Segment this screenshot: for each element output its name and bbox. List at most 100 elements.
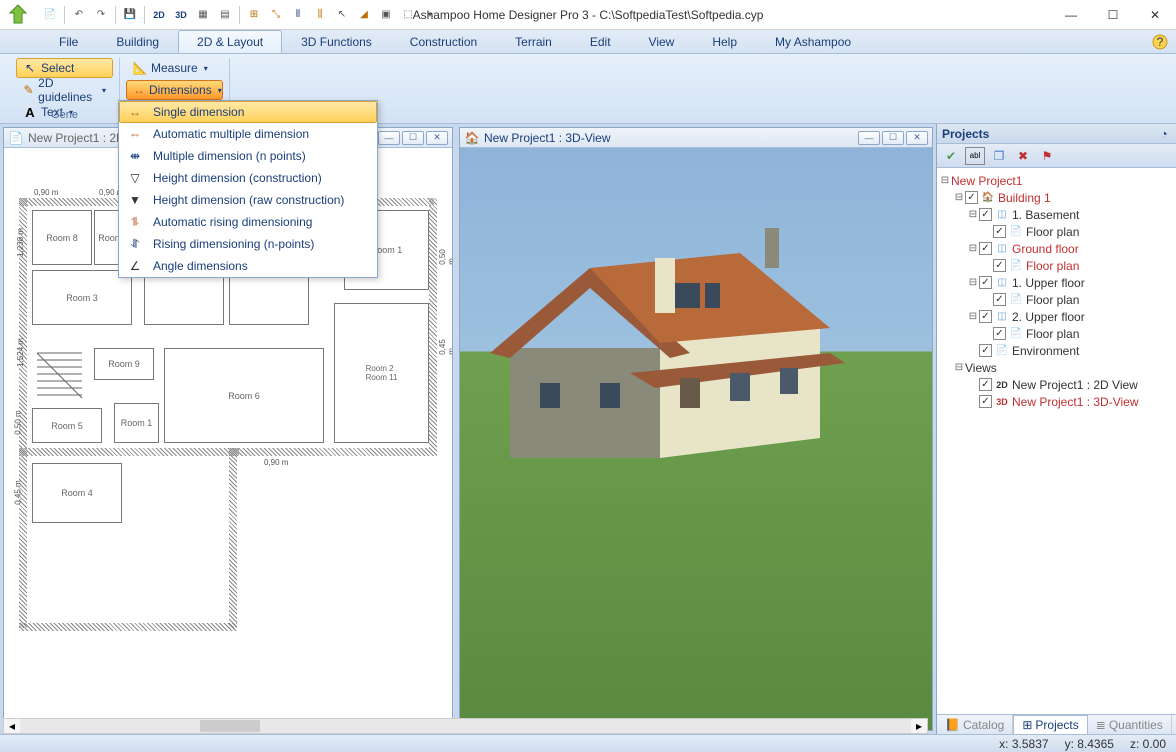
dropdown-multiple-npoints[interactable]: ⇼ Multiple dimension (n points) [119, 145, 377, 167]
maximize-button[interactable]: ☐ [1092, 1, 1134, 29]
snap-columns-icon[interactable]: ⫼ [310, 5, 330, 25]
check-icon[interactable]: ✔ [941, 147, 961, 165]
layers-icon[interactable]: ❐ [989, 147, 1009, 165]
tree-building[interactable]: ⊟✓🏠Building 1 [939, 189, 1174, 206]
scroll-right-icon[interactable]: ▸ [911, 719, 927, 733]
menu-building[interactable]: Building [97, 30, 178, 53]
grid-small-icon[interactable]: ▦ [193, 5, 213, 25]
auto-rising-icon: ⥮ [123, 213, 147, 231]
pane-close-button[interactable]: ✕ [906, 131, 928, 145]
angle-icon: ∠ [123, 257, 147, 275]
snap-grid-icon[interactable]: ⊞ [244, 5, 264, 25]
statusbar: x: 3.5837 y: 8.4365 z: 0.00 [0, 734, 1176, 752]
titlebar: 📄 ↶ ↷ 💾 2D 3D ▦ ▤ ⊞ ⤡ ⫴ ⫼ ↖ ◢ ▣ ⬚ ▾ Asha… [0, 0, 1176, 30]
pane-close-button[interactable]: ✕ [426, 131, 448, 145]
svg-text:?: ? [1157, 35, 1164, 49]
dimensions-dropdown: ↔ Single dimension ⇔ Automatic multiple … [118, 100, 378, 278]
help-icon[interactable]: ? [1152, 30, 1168, 53]
ribbon-group-label: Gene [10, 109, 119, 121]
projects-header: Projects ◔ [937, 124, 1176, 144]
flag-icon[interactable]: ⚑ [1037, 147, 1057, 165]
projects-bottom-tabs: 📙Catalog ⊞Projects ≣Quantities [937, 714, 1176, 734]
save-icon[interactable]: 💾 [120, 5, 140, 25]
dropdown-angle[interactable]: ∠ Angle dimensions [119, 255, 377, 277]
dropdown-auto-multiple[interactable]: ⇔ Automatic multiple dimension [119, 123, 377, 145]
pane-maximize-button[interactable]: ☐ [402, 131, 424, 145]
tree-floor[interactable]: ⊟✓◫1. Basement [939, 206, 1174, 223]
scroll-thumb[interactable] [200, 720, 260, 732]
tree-floor[interactable]: ⊟✓◫2. Upper floor [939, 308, 1174, 325]
menu-terrain[interactable]: Terrain [496, 30, 571, 53]
dropdown-height-construction[interactable]: ▽ Height dimension (construction) [119, 167, 377, 189]
dropdown-height-raw[interactable]: ▼ Height dimension (raw construction) [119, 189, 377, 211]
menu-edit[interactable]: Edit [571, 30, 630, 53]
guidelines-button[interactable]: ✎ 2D guidelines ▾ [16, 80, 113, 100]
pointer-icon[interactable]: ↖ [332, 5, 352, 25]
tree-view3d[interactable]: ✓3DNew Project1 : 3D-View [939, 393, 1174, 410]
close-button[interactable]: ✕ [1134, 1, 1176, 29]
plan-room: Room 2Room 11 [334, 303, 429, 443]
tree-floorplan[interactable]: ✓📄Floor plan [939, 291, 1174, 308]
pane-3d-header: 🏠 New Project1 : 3D-View — ☐ ✕ [460, 128, 932, 148]
pin-icon[interactable]: ◔ [1157, 127, 1171, 141]
view-2d-icon[interactable]: 2D [149, 5, 169, 25]
menu-my-ashampoo[interactable]: My Ashampoo [756, 30, 870, 53]
menu-2d-layout[interactable]: 2D & Layout [178, 30, 282, 53]
projects-icon: ⊞ [1022, 718, 1032, 732]
tree-floor[interactable]: ⊟✓◫1. Upper floor [939, 274, 1174, 291]
tree-environment[interactable]: ✓📄Environment [939, 342, 1174, 359]
minimize-button[interactable]: — [1050, 1, 1092, 29]
pane-minimize-button[interactable]: — [378, 131, 400, 145]
plan-room: Room 5 [32, 408, 102, 443]
horizontal-scrollbar[interactable]: ◂ ▸ [3, 718, 928, 734]
grid-large-icon[interactable]: ▤ [215, 5, 235, 25]
tree-floorplan[interactable]: ✓📄Floor plan [939, 325, 1174, 342]
measure-label: Measure [151, 61, 198, 75]
plan-room: Room 6 [164, 348, 324, 443]
plan-room: Room 8 [32, 210, 92, 265]
menubar: File Building 2D & Layout 3D Functions C… [0, 30, 1176, 54]
scroll-left-icon[interactable]: ◂ [4, 719, 20, 733]
tab-catalog[interactable]: 📙Catalog [937, 715, 1013, 734]
menu-file[interactable]: File [40, 30, 97, 53]
tab-projects[interactable]: ⊞Projects [1013, 715, 1087, 734]
tree-views[interactable]: ⊟Views [939, 359, 1174, 376]
pane-maximize-button[interactable]: ☐ [882, 131, 904, 145]
dropdown-auto-rising[interactable]: ⥮ Automatic rising dimensioning [119, 211, 377, 233]
dimensions-button[interactable]: ↔ Dimensions ▾ [126, 80, 223, 100]
tree-floor[interactable]: ⊟✓◫Ground floor [939, 240, 1174, 257]
tool-b-icon[interactable]: ▣ [376, 5, 396, 25]
snap-lines-icon[interactable]: ⫴ [288, 5, 308, 25]
pane-minimize-button[interactable]: — [858, 131, 880, 145]
measure-button[interactable]: 📐 Measure ▾ [126, 58, 223, 78]
tree-root[interactable]: ⊟New Project1 [939, 172, 1174, 189]
menu-help[interactable]: Help [693, 30, 756, 53]
tool-a-icon[interactable]: ◢ [354, 5, 374, 25]
view3d-canvas[interactable] [460, 148, 932, 730]
pencil-icon: ✎ [23, 83, 34, 97]
dimensions-icon: ↔ [133, 83, 145, 97]
menu-3d-functions[interactable]: 3D Functions [282, 30, 391, 53]
snap-angle-icon[interactable]: ⤡ [266, 5, 286, 25]
menu-construction[interactable]: Construction [391, 30, 496, 53]
dropdown-rising-npoints[interactable]: ⥯ Rising dimensioning (n-points) [119, 233, 377, 255]
rename-icon[interactable]: abl [965, 147, 985, 165]
height-con-icon: ▽ [123, 169, 147, 187]
redo-icon[interactable]: ↷ [91, 5, 111, 25]
tree-floorplan[interactable]: ✓📄Floor plan [939, 223, 1174, 240]
doc-3d-icon: 🏠 [464, 130, 480, 146]
rising-n-icon: ⥯ [123, 235, 147, 253]
new-icon[interactable]: 📄 [40, 5, 60, 25]
tree-floorplan[interactable]: ✓📄Floor plan [939, 257, 1174, 274]
tree-view2d[interactable]: ✓2DNew Project1 : 2D View [939, 376, 1174, 393]
dropdown-single-dimension[interactable]: ↔ Single dimension [119, 101, 377, 123]
dimensions-label: Dimensions [149, 83, 212, 97]
view-3d-icon[interactable]: 3D [171, 5, 191, 25]
menu-view[interactable]: View [630, 30, 694, 53]
delete-icon[interactable]: ✖ [1013, 147, 1033, 165]
undo-icon[interactable]: ↶ [69, 5, 89, 25]
tab-quantities[interactable]: ≣Quantities [1088, 715, 1172, 734]
quick-access-toolbar: 📄 ↶ ↷ 💾 2D 3D ▦ ▤ ⊞ ⤡ ⫴ ⫼ ↖ ◢ ▣ ⬚ ▾ [40, 5, 440, 25]
auto-multi-icon: ⇔ [123, 125, 147, 143]
select-button[interactable]: ↖ Select [16, 58, 113, 78]
